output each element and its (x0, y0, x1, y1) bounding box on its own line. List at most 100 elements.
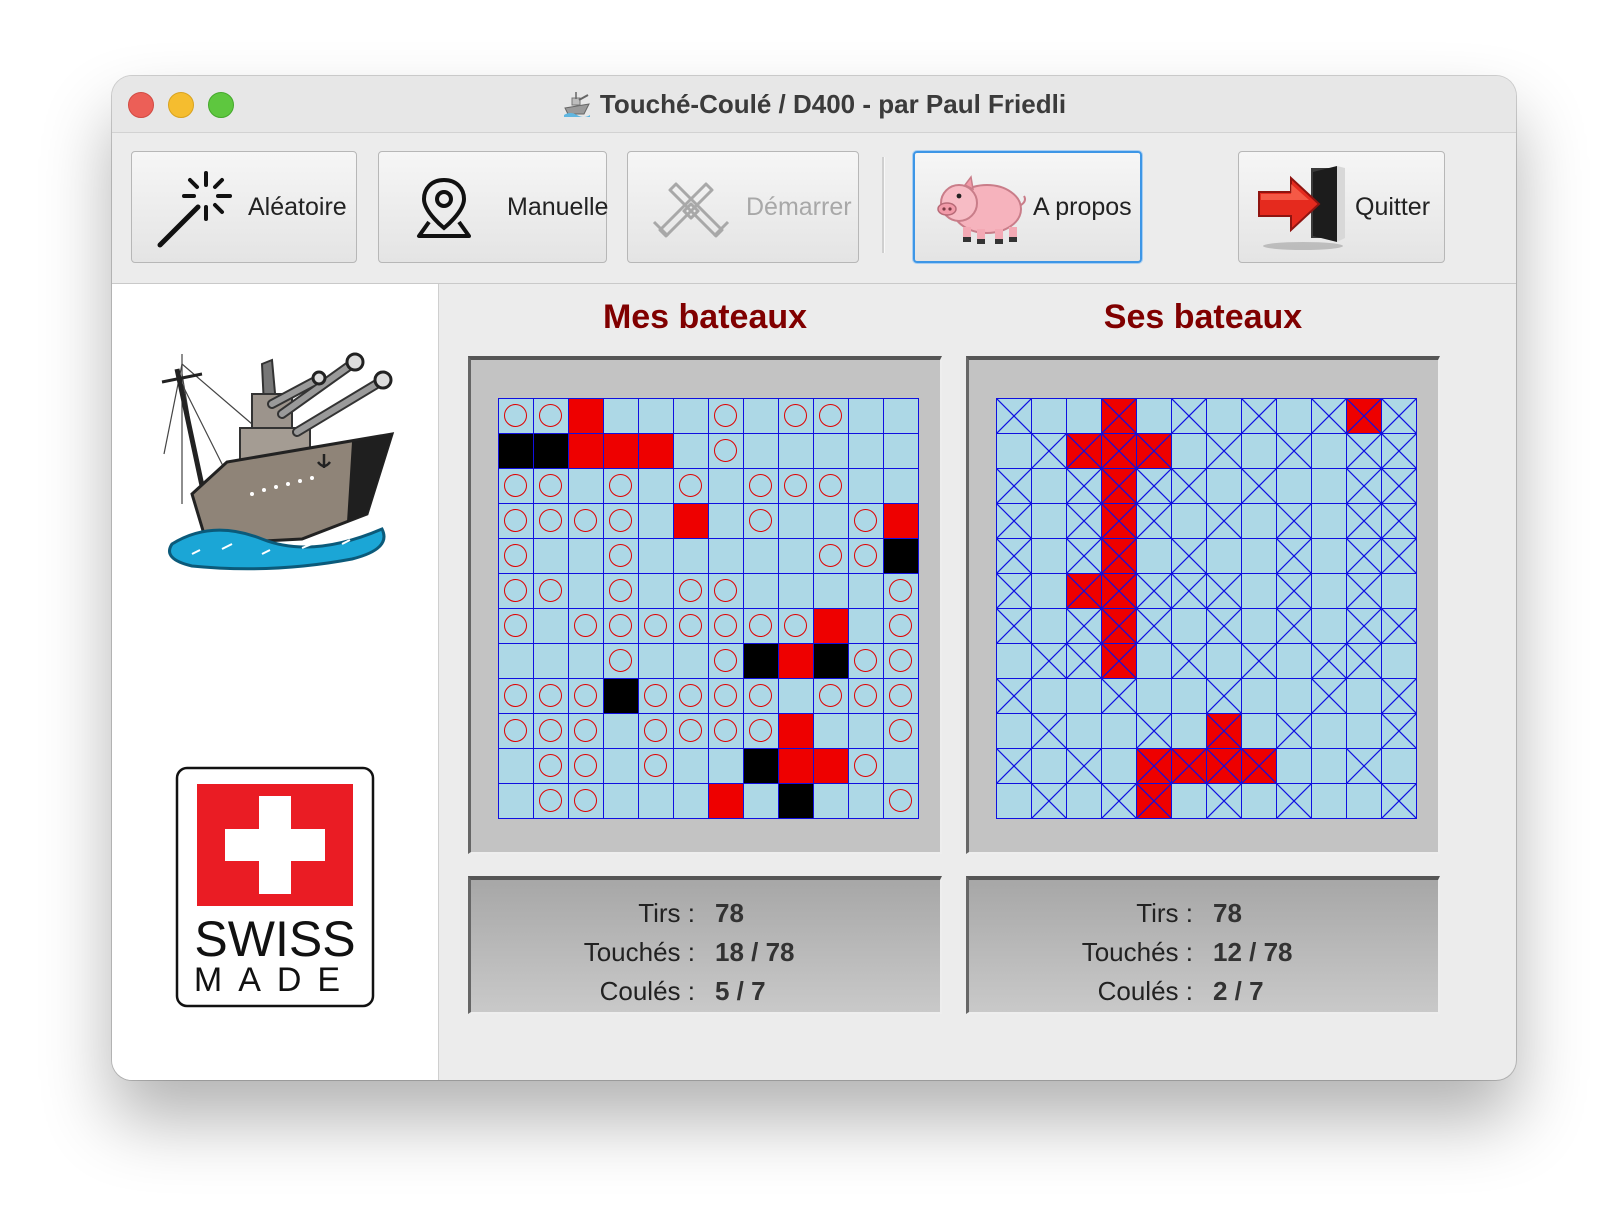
grid-cell[interactable] (1312, 469, 1347, 504)
grid-cell[interactable] (569, 574, 604, 609)
grid-cell[interactable] (1067, 504, 1102, 539)
grid-cell[interactable] (639, 539, 674, 574)
grid-cell[interactable] (604, 784, 639, 819)
grid-cell[interactable] (709, 679, 744, 714)
grid-cell[interactable] (997, 609, 1032, 644)
grid-cell[interactable] (1382, 539, 1417, 574)
grid-cell[interactable] (884, 434, 919, 469)
grid-cell[interactable] (569, 714, 604, 749)
grid-cell[interactable] (1277, 749, 1312, 784)
grid-cell[interactable] (674, 539, 709, 574)
grid-cell[interactable] (1242, 469, 1277, 504)
grid-cell[interactable] (1207, 679, 1242, 714)
grid-cell[interactable] (744, 539, 779, 574)
grid-cell[interactable] (744, 574, 779, 609)
grid-cell[interactable] (1242, 644, 1277, 679)
grid-cell[interactable] (1347, 749, 1382, 784)
quitter-button[interactable]: Quitter (1238, 151, 1445, 263)
grid-cell[interactable] (884, 749, 919, 784)
grid-cell[interactable] (779, 609, 814, 644)
grid-cell[interactable] (639, 399, 674, 434)
grid-cell[interactable] (1102, 714, 1137, 749)
grid-cell[interactable] (499, 469, 534, 504)
grid-cell[interactable] (849, 399, 884, 434)
grid-cell[interactable] (1277, 539, 1312, 574)
grid-cell[interactable] (849, 749, 884, 784)
grid-cell[interactable] (997, 784, 1032, 819)
grid-cell[interactable] (1312, 679, 1347, 714)
grid-cell[interactable] (1137, 469, 1172, 504)
grid-cell[interactable] (1207, 539, 1242, 574)
grid-cell[interactable] (1347, 469, 1382, 504)
grid-cell[interactable] (884, 399, 919, 434)
grid-cell[interactable] (639, 469, 674, 504)
grid-cell[interactable] (1382, 714, 1417, 749)
grid-cell[interactable] (674, 399, 709, 434)
grid-cell[interactable] (534, 644, 569, 679)
grid-cell[interactable] (744, 434, 779, 469)
grid-cell[interactable] (1067, 644, 1102, 679)
grid-cell[interactable] (997, 504, 1032, 539)
grid-cell[interactable] (639, 644, 674, 679)
grid-cell[interactable] (1242, 609, 1277, 644)
grid-cell[interactable] (1277, 504, 1312, 539)
grid-cell[interactable] (709, 539, 744, 574)
manuelle-button[interactable]: Manuelle (378, 151, 608, 263)
grid-cell[interactable] (1277, 784, 1312, 819)
grid-cell[interactable] (1067, 679, 1102, 714)
grid-cell[interactable] (569, 539, 604, 574)
grid-cell[interactable] (709, 469, 744, 504)
grid-cell[interactable] (997, 574, 1032, 609)
grid-cell[interactable] (849, 714, 884, 749)
grid-cell[interactable] (1172, 399, 1207, 434)
grid-cell[interactable] (1172, 644, 1207, 679)
grid-cell[interactable] (534, 504, 569, 539)
grid-cell[interactable] (884, 784, 919, 819)
grid-cell[interactable] (1067, 714, 1102, 749)
grid-cell[interactable] (604, 434, 639, 469)
grid-cell[interactable] (1312, 714, 1347, 749)
grid-cell[interactable] (1242, 434, 1277, 469)
grid-cell[interactable] (1312, 434, 1347, 469)
grid-cell[interactable] (997, 434, 1032, 469)
grid-cell[interactable] (849, 609, 884, 644)
grid-cell[interactable] (1102, 399, 1137, 434)
grid-cell[interactable] (1137, 784, 1172, 819)
grid-cell[interactable] (604, 574, 639, 609)
grid-cell[interactable] (534, 714, 569, 749)
grid-cell[interactable] (1032, 644, 1067, 679)
grid-cell[interactable] (1242, 574, 1277, 609)
grid-cell[interactable] (779, 749, 814, 784)
grid-cell[interactable] (604, 679, 639, 714)
grid-cell[interactable] (534, 784, 569, 819)
grid-cell[interactable] (1172, 574, 1207, 609)
grid-cell[interactable] (779, 784, 814, 819)
grid-cell[interactable] (744, 399, 779, 434)
grid-cell[interactable] (1137, 714, 1172, 749)
grid-cell[interactable] (1277, 679, 1312, 714)
grid-cell[interactable] (1347, 714, 1382, 749)
grid-cell[interactable] (849, 679, 884, 714)
grid-cell[interactable] (674, 714, 709, 749)
grid-cell[interactable] (814, 574, 849, 609)
grid-cell[interactable] (1067, 574, 1102, 609)
grid-cell[interactable] (674, 679, 709, 714)
grid-cell[interactable] (744, 679, 779, 714)
grid-cell[interactable] (674, 609, 709, 644)
grid-cell[interactable] (709, 714, 744, 749)
grid-cell[interactable] (639, 679, 674, 714)
grid-cell[interactable] (1207, 469, 1242, 504)
grid-cell[interactable] (997, 644, 1032, 679)
grid-cell[interactable] (1242, 399, 1277, 434)
grid-cell[interactable] (744, 749, 779, 784)
grid-cell[interactable] (709, 784, 744, 819)
grid-cell[interactable] (709, 504, 744, 539)
grid-cell[interactable] (604, 749, 639, 784)
grid-cell[interactable] (849, 784, 884, 819)
grid-cell[interactable] (499, 609, 534, 644)
grid-cell[interactable] (639, 504, 674, 539)
grid-cell[interactable] (1067, 469, 1102, 504)
title-bar[interactable]: Touché-Coulé / D400 - par Paul Friedli (112, 76, 1516, 133)
grid-cell[interactable] (534, 469, 569, 504)
grid-cell[interactable] (814, 749, 849, 784)
